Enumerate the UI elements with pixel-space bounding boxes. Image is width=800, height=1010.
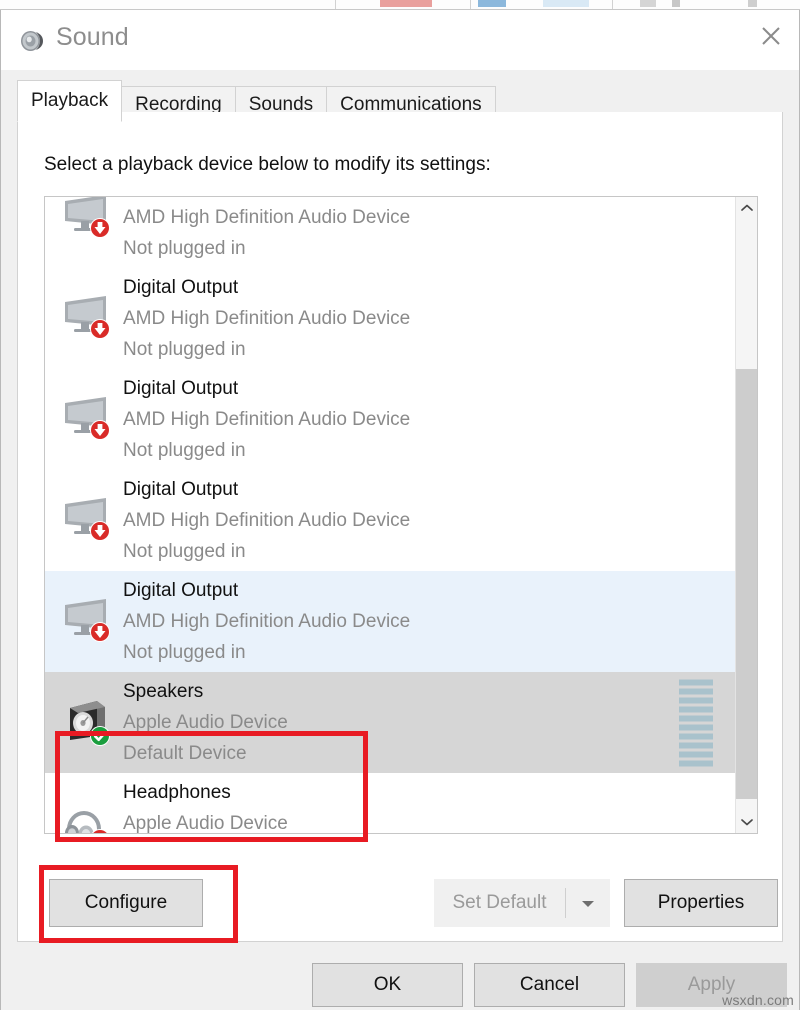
sound-window: Sound Playback Recording Sounds Communic…: [0, 10, 800, 1010]
device-driver: AMD High Definition Audio Device: [123, 202, 410, 233]
headphones-icon: [59, 793, 117, 835]
title-bar: Sound: [1, 10, 799, 70]
device-name: Speakers: [123, 677, 288, 707]
meter-segment: [679, 715, 713, 721]
ok-button[interactable]: OK: [312, 963, 463, 1007]
monitor-icon: [59, 196, 117, 249]
device-driver: AMD High Definition Audio Device: [123, 404, 410, 435]
device-info: Speakers Apple Audio Device Default Devi…: [123, 677, 288, 769]
bg-chip-gray-2: [672, 0, 680, 7]
monitor-icon: [59, 490, 117, 552]
speaker-icon: [19, 27, 47, 55]
bg-tick-2: [470, 0, 471, 10]
device-list-scrollbar[interactable]: [735, 197, 757, 833]
list-item[interactable]: Digital Output AMD High Definition Audio…: [45, 571, 736, 672]
device-status: Not plugged in: [123, 334, 410, 365]
window-title: Sound: [56, 23, 129, 52]
monitor-icon: [59, 288, 117, 350]
tab-playback[interactable]: Playback: [17, 80, 122, 122]
device-info: Digital Output AMD High Definition Audio…: [123, 196, 410, 264]
device-driver: AMD High Definition Audio Device: [123, 606, 410, 637]
meter-segment: [679, 688, 713, 694]
device-info: Digital Output AMD High Definition Audio…: [123, 475, 410, 567]
device-name: Headphones: [123, 778, 288, 808]
device-driver: Apple Audio Device: [123, 707, 288, 738]
meter-segment: [679, 679, 713, 685]
bg-chip-light-blue: [543, 0, 589, 7]
meter-segment: [679, 760, 713, 766]
meter-segment: [679, 733, 713, 739]
caret-down-icon[interactable]: [566, 879, 610, 927]
properties-button[interactable]: Properties: [624, 879, 778, 927]
device-driver: AMD High Definition Audio Device: [123, 303, 410, 334]
chevron-down-icon[interactable]: [736, 811, 758, 833]
chevron-up-icon[interactable]: [736, 197, 758, 219]
configure-button[interactable]: Configure: [49, 879, 203, 927]
device-name: Digital Output: [123, 374, 410, 404]
page-instruction: Select a playback device below to modify…: [44, 154, 491, 176]
device-info: Headphones Apple Audio Device Not plugge…: [123, 778, 288, 835]
list-item[interactable]: Digital Output AMD High Definition Audio…: [45, 268, 736, 369]
device-driver: Apple Audio Device: [123, 808, 288, 835]
monitor-icon: [59, 389, 117, 451]
bg-tick-3: [612, 0, 613, 10]
device-name: Digital Output: [123, 273, 410, 303]
meter-segment: [679, 697, 713, 703]
meter-segment: [679, 724, 713, 730]
bg-chip-gray-1: [640, 0, 656, 7]
bg-chip-gray-3: [748, 0, 757, 7]
list-item[interactable]: Headphones Apple Audio Device Not plugge…: [45, 773, 736, 834]
scrollbar-thumb[interactable]: [736, 369, 758, 799]
device-list-inner: Digital Output AMD High Definition Audio…: [45, 196, 736, 834]
device-name: Digital Output: [123, 475, 410, 505]
set-default-button: Set Default: [434, 879, 565, 927]
device-info: Digital Output AMD High Definition Audio…: [123, 576, 410, 668]
close-icon[interactable]: [743, 10, 799, 62]
volume-level-meter: [679, 679, 713, 766]
list-item[interactable]: Digital Output AMD High Definition Audio…: [45, 369, 736, 470]
set-default-split-button: Set Default: [434, 879, 610, 927]
device-info: Digital Output AMD High Definition Audio…: [123, 374, 410, 466]
meter-segment: [679, 742, 713, 748]
device-name: Digital Output: [123, 576, 410, 606]
device-status: Not plugged in: [123, 233, 410, 264]
dialog-footer: OK Cancel Apply: [1, 952, 799, 1010]
list-item[interactable]: Digital Output AMD High Definition Audio…: [45, 470, 736, 571]
bg-chip-red: [380, 0, 432, 7]
device-status: Not plugged in: [123, 435, 410, 466]
device-status: Not plugged in: [123, 536, 410, 567]
device-driver: AMD High Definition Audio Device: [123, 505, 410, 536]
bg-tick-1: [335, 0, 336, 10]
meter-segment: [679, 751, 713, 757]
bg-chip-blue: [478, 0, 506, 7]
playback-tab-page: Select a playback device below to modify…: [17, 112, 783, 942]
tab-playback-label: Playback: [31, 90, 108, 112]
playback-device-list[interactable]: Digital Output AMD High Definition Audio…: [44, 196, 758, 834]
device-info: Digital Output AMD High Definition Audio…: [123, 273, 410, 365]
speaker-box-icon: [59, 692, 117, 754]
list-item-speakers[interactable]: Speakers Apple Audio Device Default Devi…: [45, 672, 736, 773]
meter-segment: [679, 706, 713, 712]
background-window-strip: [0, 0, 800, 10]
watermark: wsxdn.com: [722, 992, 794, 1008]
list-item[interactable]: Digital Output AMD High Definition Audio…: [45, 196, 736, 268]
monitor-icon: [59, 591, 117, 653]
device-status: Not plugged in: [123, 637, 410, 668]
device-status: Default Device: [123, 738, 288, 769]
cancel-button[interactable]: Cancel: [474, 963, 625, 1007]
sound-dialog-screenshot: Sound Playback Recording Sounds Communic…: [0, 0, 800, 1010]
